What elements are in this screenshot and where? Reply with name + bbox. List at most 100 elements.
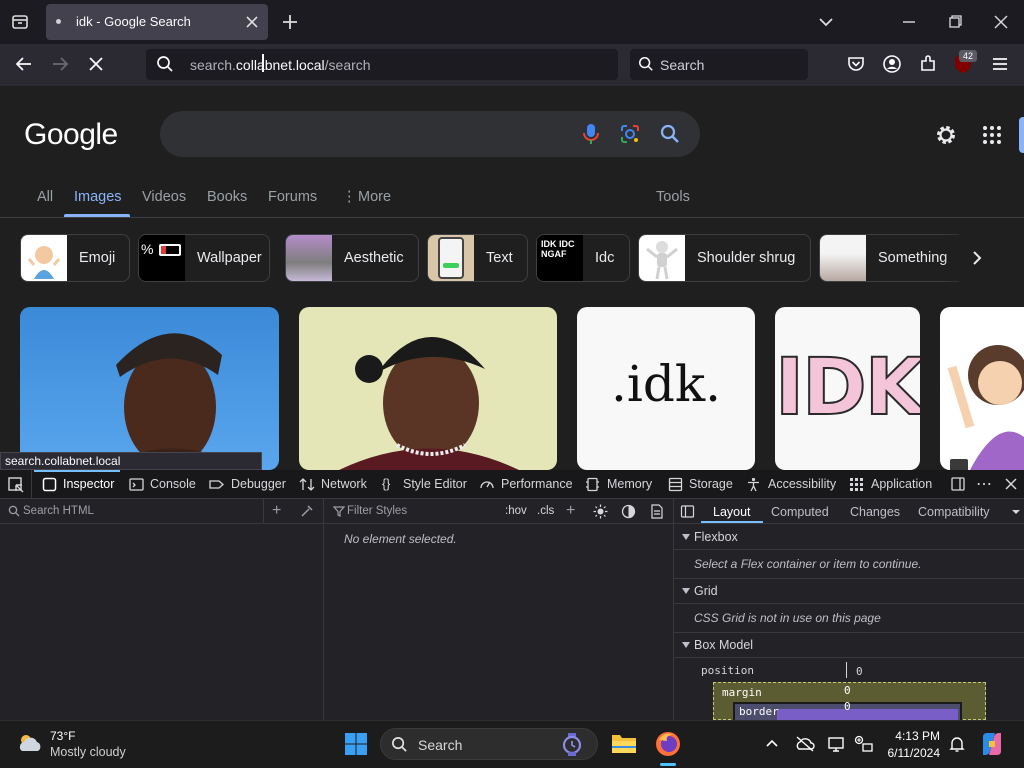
weather-desc[interactable]: Mostly cloudy bbox=[50, 745, 126, 759]
devtools-tab-memory[interactable]: Memory bbox=[607, 477, 652, 491]
more-vert-icon[interactable]: ⋮ bbox=[342, 189, 357, 205]
image-result-5[interactable] bbox=[940, 307, 1024, 470]
forward-arrow-icon[interactable] bbox=[49, 53, 71, 75]
chip-idc-thumb: IDK IDC NGAF bbox=[537, 235, 583, 281]
clock-time[interactable]: 4:13 PM bbox=[880, 729, 940, 743]
display-icon[interactable] bbox=[827, 735, 847, 753]
tab-forums[interactable]: Forums bbox=[268, 189, 317, 205]
devtools-more-icon[interactable]: ⋯ bbox=[976, 474, 992, 494]
add-rule-icon[interactable]: + bbox=[566, 502, 575, 520]
onedrive-offline-icon[interactable] bbox=[795, 735, 815, 753]
extensions-icon[interactable] bbox=[917, 53, 939, 75]
google-apps-icon[interactable] bbox=[982, 125, 1002, 145]
stop-loading-icon[interactable] bbox=[85, 53, 107, 75]
google-logo[interactable]: Google bbox=[24, 118, 118, 152]
devtools-tab-debugger[interactable]: Debugger bbox=[231, 477, 286, 491]
print-media-icon[interactable] bbox=[650, 504, 664, 519]
devtools-tab-application[interactable]: Application bbox=[871, 477, 932, 491]
chip-something[interactable]: Something bbox=[819, 234, 959, 282]
layout-tab-changes[interactable]: Changes bbox=[850, 505, 900, 519]
restore-button[interactable] bbox=[945, 12, 965, 32]
light-theme-icon[interactable] bbox=[593, 504, 608, 519]
new-tab-button[interactable] bbox=[280, 12, 300, 32]
eyedropper-icon[interactable] bbox=[300, 504, 314, 518]
image-result-2[interactable] bbox=[299, 307, 557, 470]
search-bar-placeholder: Search bbox=[660, 57, 705, 73]
tab-images[interactable]: Images bbox=[74, 189, 122, 205]
extension-badge: 42 bbox=[959, 50, 977, 62]
tab-list-icon[interactable] bbox=[10, 12, 30, 32]
chip-text[interactable]: Text bbox=[427, 234, 528, 282]
notification-bell-icon[interactable] bbox=[948, 735, 966, 753]
application-icon bbox=[849, 477, 864, 492]
file-explorer-icon[interactable] bbox=[611, 732, 637, 754]
search-bar[interactable] bbox=[630, 49, 808, 80]
devtools-tab-style-editor[interactable]: Style Editor bbox=[403, 477, 467, 491]
link-status-tooltip: search.collabnet.local bbox=[0, 452, 262, 470]
layout-tab-layout[interactable]: Layout bbox=[713, 505, 751, 519]
chevron-right-icon[interactable] bbox=[968, 249, 986, 267]
chip-idc[interactable]: IDK IDC NGAF Idc bbox=[536, 234, 630, 282]
tab-close-icon[interactable] bbox=[244, 12, 260, 32]
list-all-tabs-icon[interactable] bbox=[816, 12, 836, 32]
google-search-button-icon[interactable] bbox=[660, 124, 680, 144]
image-result-1[interactable] bbox=[20, 307, 279, 470]
divider bbox=[323, 499, 324, 720]
account-icon[interactable] bbox=[881, 53, 903, 75]
chip-aesthetic[interactable]: Aesthetic bbox=[285, 234, 419, 282]
devtools-tab-network[interactable]: Network bbox=[321, 477, 367, 491]
layout-tabs-overflow-icon[interactable] bbox=[1010, 507, 1022, 517]
voice-search-icon[interactable] bbox=[582, 122, 600, 146]
devtools-tab-performance[interactable]: Performance bbox=[501, 477, 573, 491]
idk-letters: IDK bbox=[775, 342, 920, 434]
devtools-close-icon[interactable] bbox=[1004, 477, 1018, 491]
settings-gear-icon[interactable] bbox=[934, 123, 958, 147]
image-result-4[interactable]: IDK bbox=[775, 307, 920, 470]
url-text[interactable]: search.collabnet.local/search bbox=[190, 57, 371, 73]
firefox-icon[interactable] bbox=[655, 731, 681, 757]
minimize-button[interactable] bbox=[899, 12, 919, 32]
devtools-tab-accessibility[interactable]: Accessibility bbox=[768, 477, 836, 491]
chip-wallpaper[interactable]: % Wallpaper bbox=[138, 234, 270, 282]
image-result-3[interactable]: .idk. bbox=[577, 307, 755, 470]
pocket-icon[interactable] bbox=[845, 53, 867, 75]
dark-theme-icon[interactable] bbox=[621, 504, 636, 519]
filter-styles-input[interactable]: Filter Styles bbox=[347, 505, 407, 517]
chip-emoji[interactable]: Emoji bbox=[20, 234, 130, 282]
url-path: /search bbox=[324, 57, 371, 73]
devtools-tab-inspector[interactable]: Inspector bbox=[63, 477, 114, 491]
layout-tab-computed[interactable]: Computed bbox=[771, 505, 829, 519]
cls-toggle[interactable]: .cls bbox=[537, 505, 554, 517]
windows-start-icon[interactable] bbox=[344, 732, 368, 756]
devtools-tab-storage[interactable]: Storage bbox=[689, 477, 733, 491]
tab-tools[interactable]: Tools bbox=[656, 189, 690, 205]
sign-in-button[interactable] bbox=[1019, 117, 1024, 153]
weather-temp[interactable]: 73°F bbox=[50, 729, 75, 743]
tab-books[interactable]: Books bbox=[207, 189, 247, 205]
search-html-input[interactable]: Search HTML bbox=[23, 505, 94, 517]
clock-date[interactable]: 6/11/2024 bbox=[870, 746, 941, 760]
box-position-value[interactable]: 0 bbox=[856, 665, 863, 678]
lens-search-icon[interactable] bbox=[619, 123, 641, 145]
chip-text-thumb bbox=[428, 235, 474, 281]
weather-cloud-icon[interactable] bbox=[16, 731, 44, 755]
dock-side-icon[interactable] bbox=[950, 476, 966, 492]
show-hidden-icons-chevron-icon[interactable] bbox=[765, 736, 779, 750]
box-margin-value[interactable]: 0 bbox=[844, 684, 851, 697]
copilot-icon[interactable] bbox=[979, 731, 1005, 757]
tab-videos[interactable]: Videos bbox=[142, 189, 186, 205]
hov-toggle[interactable]: :hov bbox=[505, 505, 527, 517]
toggle-sidebar-icon[interactable] bbox=[680, 504, 695, 519]
back-arrow-icon[interactable] bbox=[13, 53, 35, 75]
chip-shoulder-shrug[interactable]: Shoulder shrug bbox=[638, 234, 811, 282]
tab-more[interactable]: More bbox=[358, 189, 391, 205]
layout-tab-compatibility[interactable]: Compatibility bbox=[918, 505, 990, 519]
add-node-icon[interactable]: + bbox=[272, 503, 281, 519]
devtools-tab-console[interactable]: Console bbox=[150, 477, 196, 491]
close-window-button[interactable] bbox=[991, 12, 1011, 32]
box-border-value[interactable]: 0 bbox=[844, 700, 851, 713]
grid-section[interactable] bbox=[674, 578, 1024, 604]
tab-all[interactable]: All bbox=[37, 189, 53, 205]
element-picker-button[interactable] bbox=[0, 470, 32, 499]
menu-icon[interactable] bbox=[989, 53, 1011, 75]
